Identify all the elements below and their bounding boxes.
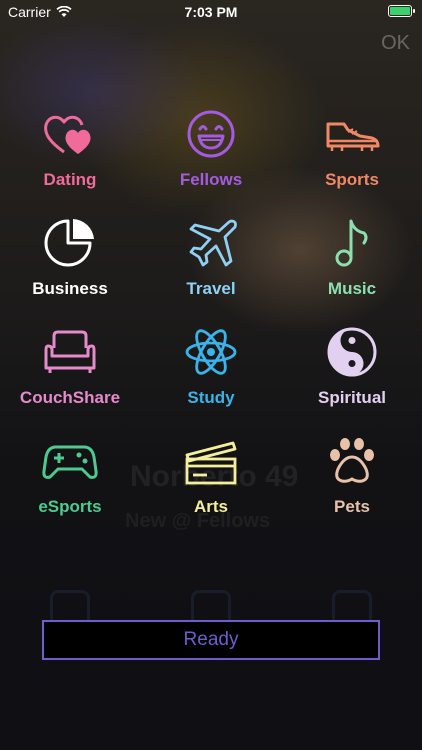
category-label: eSports (38, 497, 102, 516)
paw-icon (330, 438, 374, 483)
category-label: Spiritual (317, 388, 386, 407)
battery-icon (388, 5, 415, 17)
sneaker-icon (326, 122, 380, 151)
category-esports[interactable]: eSports (0, 435, 140, 531)
pie-chart-icon (44, 219, 94, 267)
music-note-icon (335, 219, 368, 267)
status-bar: Carrier 7:03 PM (0, 0, 422, 24)
category-label: Dating (43, 170, 97, 189)
category-label: Travel (186, 279, 236, 298)
category-label: Business (32, 279, 108, 298)
yin-yang-icon (327, 327, 377, 377)
category-label: Sports (325, 170, 379, 189)
category-label: Study (187, 388, 235, 407)
category-music[interactable]: Music (282, 217, 422, 313)
category-business[interactable]: Business (0, 217, 140, 313)
hearts-icon (44, 115, 91, 154)
gamepad-icon (42, 445, 98, 479)
category-study[interactable]: Study (141, 326, 281, 422)
category-sports[interactable]: Sports (282, 108, 422, 204)
ready-button[interactable]: Ready (42, 620, 380, 660)
clock: 7:03 PM (184, 4, 238, 20)
laughing-face-icon (187, 110, 235, 158)
category-pets[interactable]: Pets (282, 435, 422, 531)
ticket-icon (185, 441, 237, 485)
category-label: Fellows (179, 170, 243, 189)
airplane-icon (189, 219, 237, 267)
category-label: Music (327, 279, 377, 298)
couch-icon (44, 330, 96, 373)
atom-icon (185, 329, 237, 375)
category-label: Arts (193, 497, 228, 516)
category-spiritual[interactable]: Spiritual (282, 326, 422, 422)
category-travel[interactable]: Travel (141, 217, 281, 313)
category-dating[interactable]: Dating (0, 108, 140, 204)
category-label: CouchShare (19, 388, 121, 407)
category-fellows[interactable]: Fellows (141, 108, 281, 204)
category-label: Pets (334, 497, 370, 516)
ok-button[interactable]: OK (381, 32, 410, 55)
category-couchshare[interactable]: CouchShare (0, 326, 140, 422)
category-arts[interactable]: Arts (141, 435, 281, 531)
